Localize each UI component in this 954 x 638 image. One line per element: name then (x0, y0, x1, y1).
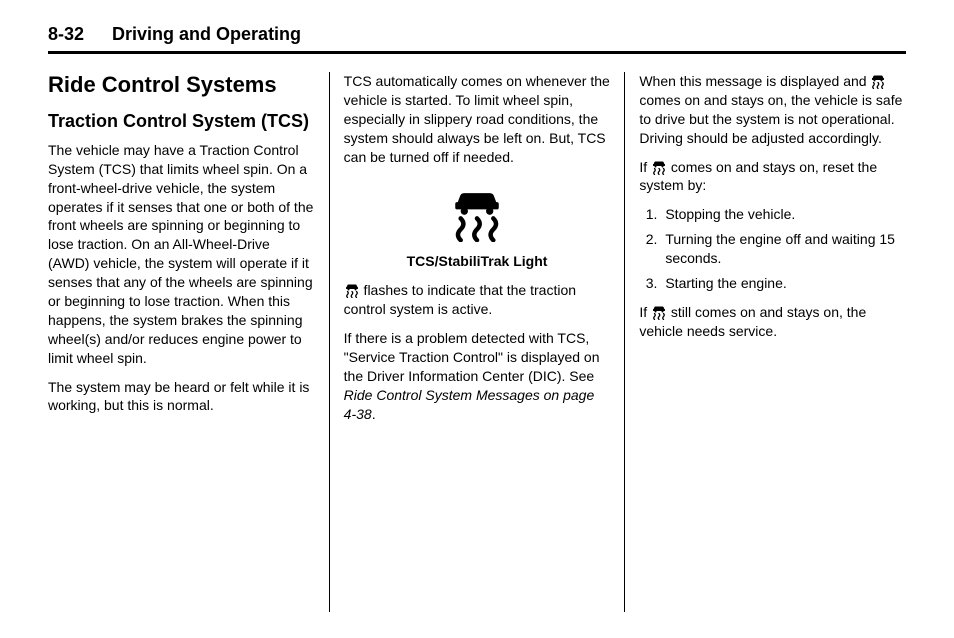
list-item: Stopping the vehicle. (661, 205, 906, 224)
manual-page: 8-32 Driving and Operating Ride Control … (0, 0, 954, 638)
indicator-light-caption: TCS/StabiliTrak Light (344, 252, 611, 271)
tcs-stabilitrak-light-icon (870, 73, 886, 89)
body-text-fragment: If (639, 304, 651, 320)
column-3: When this message is displayed and comes… (624, 72, 906, 612)
chapter-title: Driving and Operating (112, 24, 301, 45)
body-text: The system may be heard or felt while it… (48, 378, 315, 416)
body-text-fragment: comes on and stays on, reset the system … (639, 159, 877, 194)
cross-reference: Ride Control System Messages on page 4-3… (344, 387, 595, 422)
body-text: When this message is displayed and comes… (639, 72, 906, 148)
body-text: flashes to indicate that the traction co… (344, 281, 611, 319)
list-item: Turning the engine off and waiting 15 se… (661, 230, 906, 268)
page-header: 8-32 Driving and Operating (48, 24, 906, 54)
body-text: The vehicle may have a Traction Control … (48, 141, 315, 368)
column-2: TCS automatically comes on whenever the … (329, 72, 625, 612)
reset-steps-list: Stopping the vehicle. Turning the engine… (639, 205, 906, 293)
body-text: If comes on and stays on, reset the syst… (639, 158, 906, 196)
tcs-stabilitrak-light-icon (448, 184, 506, 242)
body-text-fragment: . (372, 406, 376, 422)
body-text: TCS automatically comes on whenever the … (344, 72, 611, 166)
body-text-fragment: flashes to indicate that the traction co… (344, 282, 576, 317)
list-item: Starting the engine. (661, 274, 906, 293)
body-text-fragment: If there is a problem detected with TCS,… (344, 330, 600, 384)
column-1: Ride Control Systems Traction Control Sy… (48, 72, 329, 612)
body-text-fragment: When this message is displayed and (639, 73, 870, 89)
tcs-stabilitrak-light-icon (344, 282, 360, 298)
tcs-stabilitrak-light-icon (651, 159, 667, 175)
body-text: If there is a problem detected with TCS,… (344, 329, 611, 423)
body-text: If still comes on and stays on, the vehi… (639, 303, 906, 341)
subsection-title: Traction Control System (TCS) (48, 110, 315, 133)
body-text-fragment: comes on and stays on, the vehicle is sa… (639, 92, 902, 146)
body-text-fragment: still comes on and stays on, the vehicle… (639, 304, 866, 339)
tcs-stabilitrak-light-icon (651, 304, 667, 320)
body-text-fragment: If (639, 159, 651, 175)
page-number: 8-32 (48, 24, 84, 45)
section-title: Ride Control Systems (48, 72, 315, 98)
content-columns: Ride Control Systems Traction Control Sy… (48, 72, 906, 612)
